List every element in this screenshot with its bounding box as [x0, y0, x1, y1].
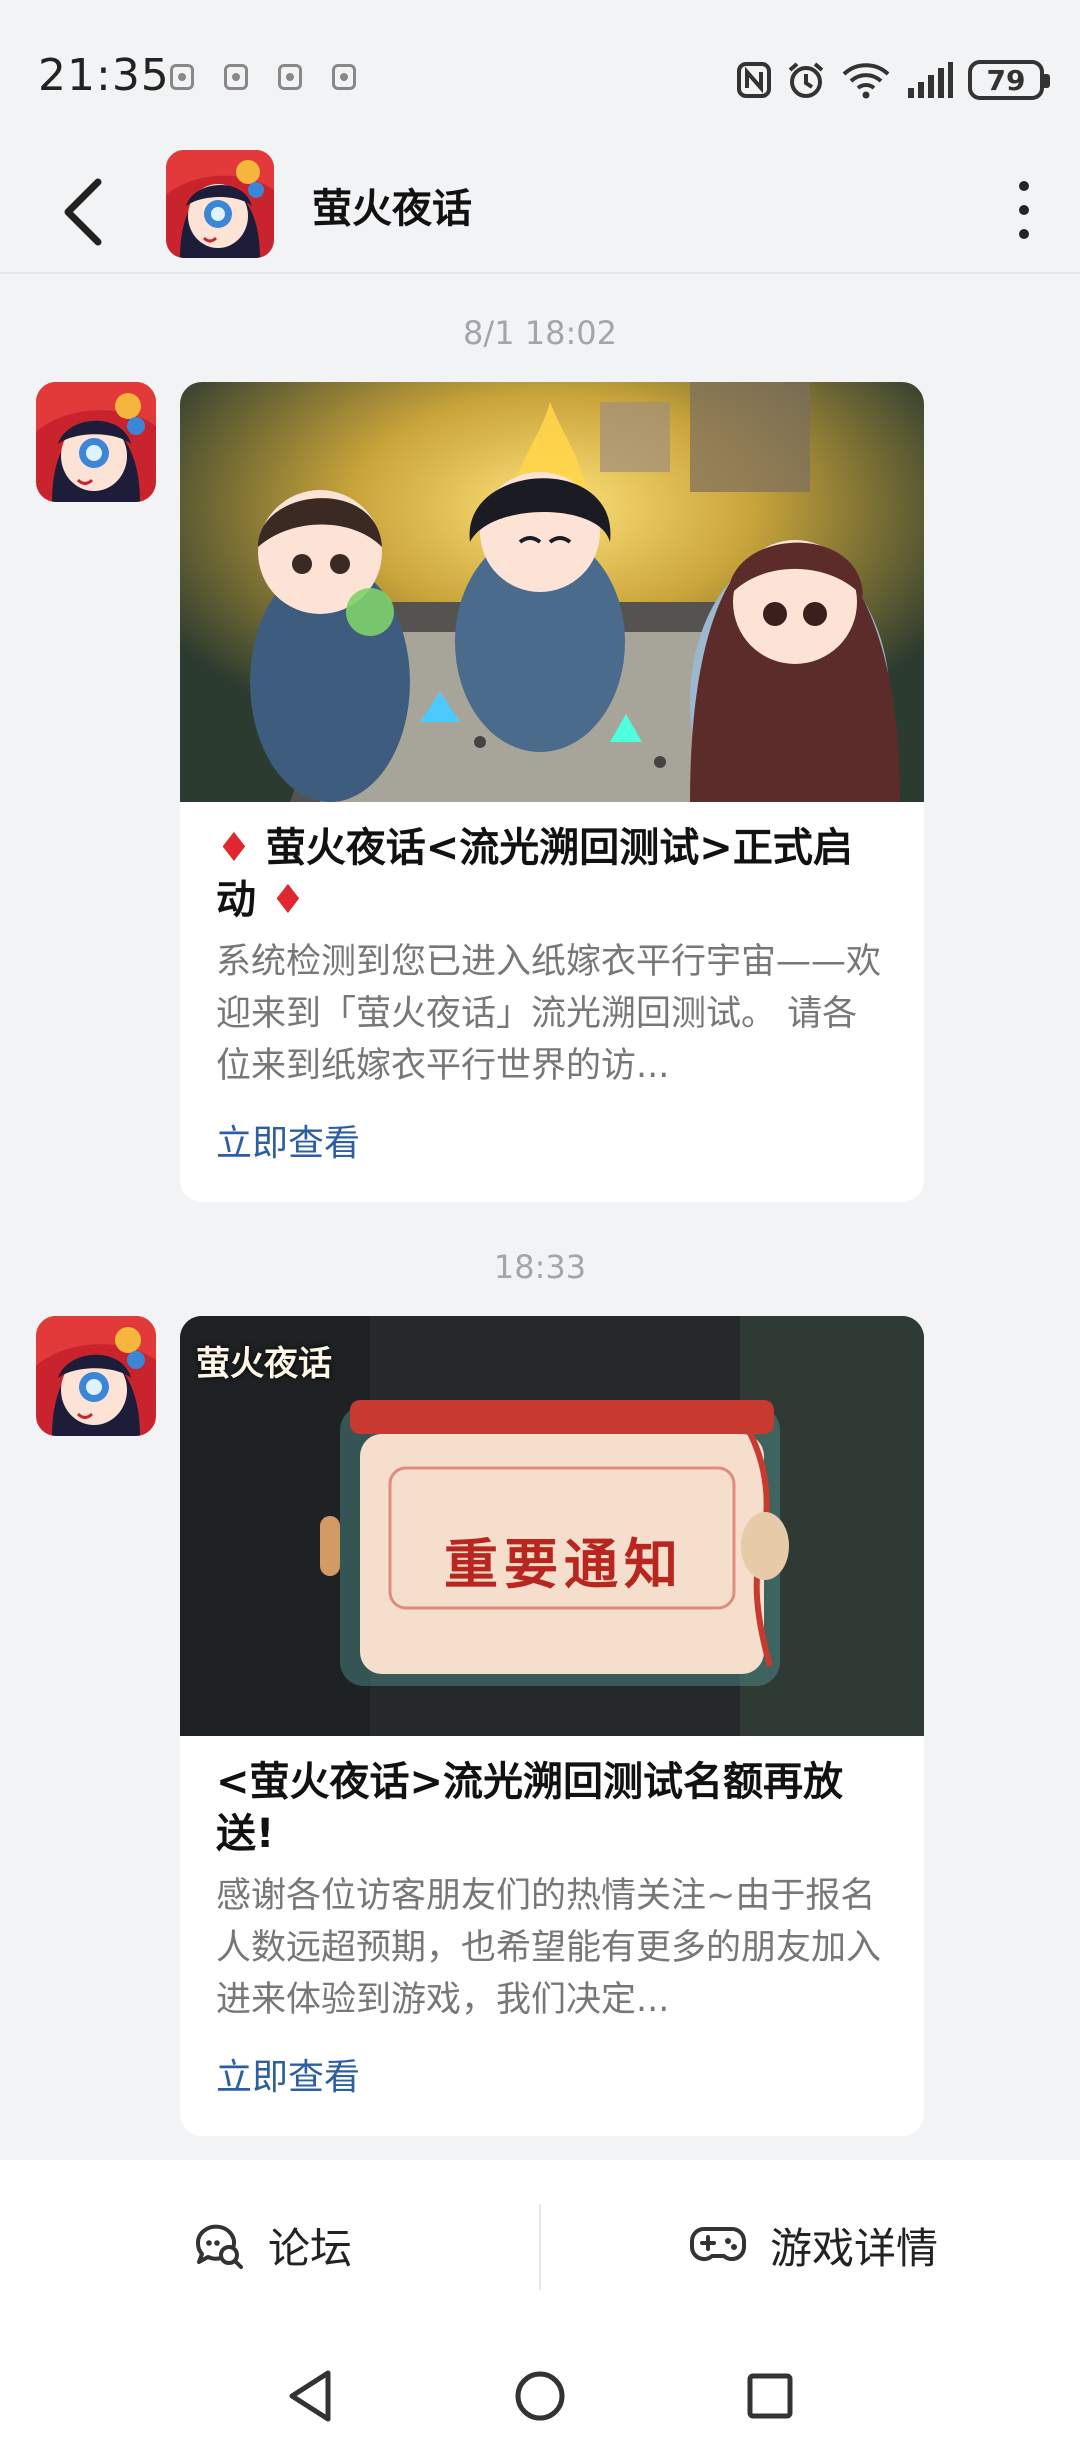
view-now-link[interactable]: 立即查看: [216, 1114, 888, 1166]
wifi-icon: [842, 63, 890, 99]
nav-home-button[interactable]: [510, 2366, 570, 2426]
camera-notification-icon: [278, 64, 302, 90]
more-vertical-icon: [1019, 181, 1029, 191]
view-now-link[interactable]: 立即查看: [216, 2048, 888, 2100]
back-button[interactable]: [60, 166, 120, 258]
battery-level: 79: [986, 63, 1026, 97]
message-description: 系统检测到您已进入纸嫁衣平行宇宙——欢迎来到「萤火夜话」流光溯回测试。 请各位来…: [216, 942, 882, 1086]
alarm-icon: [788, 62, 824, 98]
forum-button[interactable]: 论坛: [192, 2160, 352, 2330]
nav-back-button[interactable]: [280, 2366, 340, 2426]
system-navigation-bar: [0, 2330, 1080, 2449]
page-title: 萤火夜话: [312, 186, 472, 232]
forum-label: 论坛: [268, 2223, 353, 2273]
notice-illustration: 萤火夜话 重要通知: [180, 1316, 924, 1736]
campfire-illustration: [180, 382, 924, 802]
red-diamond-icon: ♦: [216, 825, 252, 871]
app-avatar[interactable]: [166, 150, 274, 258]
game-details-label: 游戏详情: [770, 2223, 939, 2273]
image-logo-text: 萤火夜话: [196, 1344, 332, 1384]
message-timestamp: 18:33: [493, 1248, 587, 1286]
game-details-button[interactable]: 游戏详情: [690, 2160, 938, 2330]
signal-icon: [908, 62, 953, 98]
message-timestamp: 8/1 18:02: [463, 314, 617, 352]
sender-avatar[interactable]: [36, 1316, 156, 1436]
sender-avatar[interactable]: [36, 382, 156, 502]
nav-recents-icon: [747, 2373, 793, 2419]
app-notification-icon: [332, 64, 356, 90]
battery-icon: 79: [968, 60, 1050, 100]
divider: [539, 2204, 541, 2290]
app-notification-icon: [224, 64, 248, 90]
back-arrow-icon: [64, 178, 102, 246]
status-bar: 21:35 79: [0, 0, 1080, 150]
chat-header: 萤火夜话: [0, 150, 1080, 274]
app-notification-icon: [170, 64, 194, 90]
message-card[interactable]: 萤火夜话 重要通知 <萤火夜话>流光溯回测试名额再放送! 感谢各位访客朋友们的热…: [180, 1316, 924, 2136]
more-options-button[interactable]: [994, 170, 1054, 250]
nav-back-icon: [289, 2370, 331, 2422]
bottom-action-bar: 论坛 游戏详情: [0, 2160, 1080, 2330]
forum-chat-icon: [195, 2224, 243, 2269]
message-title: <萤火夜话>流光溯回测试名额再放送!: [216, 1759, 844, 1857]
nav-home-icon: [515, 2371, 565, 2421]
image-banner-text: 重要通知: [444, 1533, 684, 1596]
system-icons: 79: [736, 58, 1050, 102]
message-description: 感谢各位访客朋友们的热情关注~由于报名人数远超预期，也希望能有更多的朋友加入进来…: [216, 1876, 882, 2020]
nav-recents-button[interactable]: [740, 2366, 800, 2426]
red-diamond-icon: ♦: [269, 877, 306, 923]
gamepad-icon: [690, 2227, 746, 2262]
status-time: 21:35: [38, 50, 170, 101]
message-card[interactable]: ♦ 萤火夜话<流光溯回测试>正式启动 ♦ 系统检测到您已进入纸嫁衣平行宇宙——欢…: [180, 382, 924, 1202]
nfc-icon: [737, 62, 771, 98]
message-title: ♦ 萤火夜话<流光溯回测试>正式启动 ♦: [216, 825, 853, 923]
